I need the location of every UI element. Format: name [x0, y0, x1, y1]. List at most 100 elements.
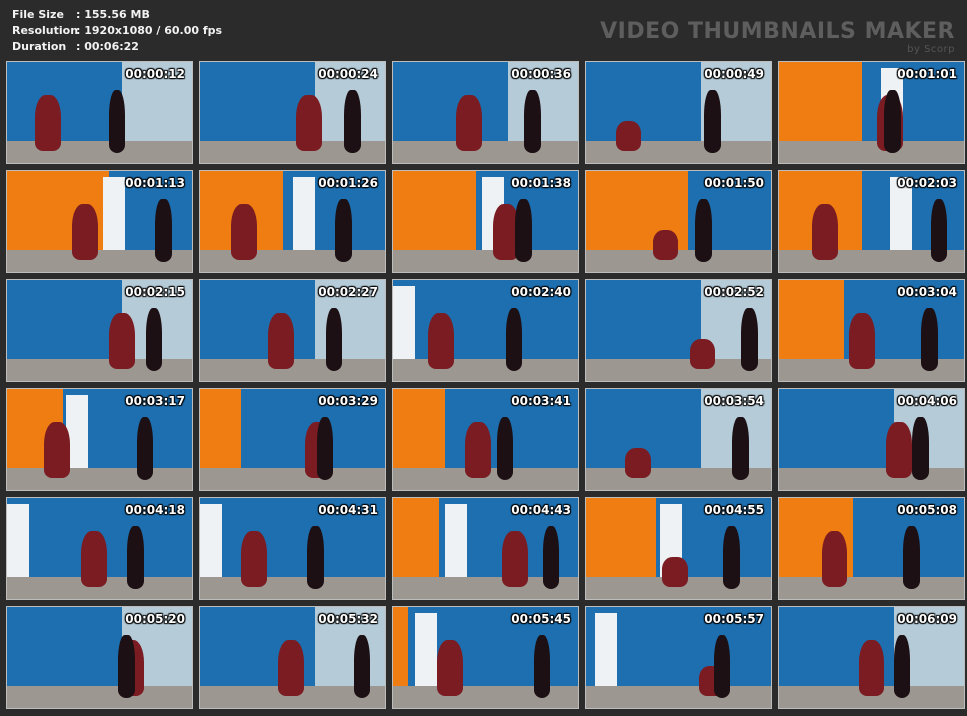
thumbnail[interactable]: 00:04:55 — [585, 497, 772, 600]
file-size-value: : 155.56 MB — [76, 8, 150, 21]
person-figure — [533, 635, 551, 698]
person-figure — [118, 635, 135, 698]
file-size-row: File Size : 155.56 MB — [12, 7, 222, 23]
person-figure — [136, 417, 154, 480]
timestamp-label: 00:01:38 — [511, 176, 571, 190]
timestamp-label: 00:04:06 — [897, 394, 957, 408]
person-figure — [849, 313, 876, 369]
person-figure — [884, 90, 902, 153]
person-figure — [81, 531, 107, 587]
thumbnail[interactable]: 00:05:32 — [199, 606, 386, 709]
thumbnail[interactable]: 00:03:29 — [199, 388, 386, 491]
person-figure — [912, 417, 929, 480]
thumbnail[interactable]: 00:01:38 — [392, 170, 579, 273]
thumbnail[interactable]: 00:05:45 — [392, 606, 579, 709]
resolution-row: Resolution : 1920x1080 / 60.00 fps — [12, 23, 222, 39]
person-figure — [240, 531, 267, 587]
timestamp-label: 00:02:40 — [511, 285, 571, 299]
thumbnail[interactable]: 00:02:27 — [199, 279, 386, 382]
thumbnail[interactable]: 00:01:01 — [778, 61, 965, 164]
thumbnail[interactable]: 00:02:15 — [6, 279, 193, 382]
floor — [7, 685, 192, 708]
file-info: File Size : 155.56 MB Resolution : 1920x… — [12, 7, 222, 55]
timestamp-label: 00:04:43 — [511, 503, 571, 517]
person-figure — [821, 531, 848, 587]
timestamp-label: 00:05:32 — [318, 612, 378, 626]
timestamp-label: 00:01:13 — [125, 176, 185, 190]
wall-orange — [393, 389, 445, 468]
person-figure — [661, 556, 688, 587]
timestamp-label: 00:01:26 — [318, 176, 378, 190]
thumbnail[interactable]: 00:01:13 — [6, 170, 193, 273]
door — [415, 613, 438, 686]
thumbnail[interactable]: 00:03:41 — [392, 388, 579, 491]
person-figure — [713, 635, 731, 698]
thumbnail[interactable]: 00:02:40 — [392, 279, 579, 382]
timestamp-label: 00:03:29 — [318, 394, 378, 408]
person-figure — [524, 90, 541, 153]
timestamp-label: 00:03:41 — [511, 394, 571, 408]
thumbnail[interactable]: 00:00:12 — [6, 61, 193, 164]
thumbnail[interactable]: 00:05:08 — [778, 497, 965, 600]
timestamp-label: 00:04:31 — [318, 503, 378, 517]
person-figure — [145, 308, 163, 371]
thumbnail[interactable]: 00:06:09 — [778, 606, 965, 709]
person-figure — [71, 204, 98, 260]
watermark-title: VIDEO THUMBNAILS MAKER — [600, 19, 955, 44]
thumbnail[interactable]: 00:00:49 — [585, 61, 772, 164]
person-figure — [335, 199, 352, 262]
person-figure — [695, 199, 712, 262]
resolution-value: : 1920x1080 / 60.00 fps — [76, 24, 223, 37]
thumbnail[interactable]: 00:02:03 — [778, 170, 965, 273]
person-figure — [893, 635, 911, 698]
timestamp-label: 00:05:45 — [511, 612, 571, 626]
floor — [200, 576, 385, 599]
person-figure — [689, 338, 716, 369]
person-figure — [505, 308, 523, 371]
thumbnail[interactable]: 00:01:50 — [585, 170, 772, 273]
thumbnail[interactable]: 00:03:54 — [585, 388, 772, 491]
thumbnail[interactable]: 00:05:57 — [585, 606, 772, 709]
person-figure — [455, 95, 482, 151]
thumbnail[interactable]: 00:02:52 — [585, 279, 772, 382]
duration-row: Duration : 00:06:22 — [12, 39, 222, 55]
thumbnail[interactable]: 00:04:31 — [199, 497, 386, 600]
door — [444, 504, 467, 577]
person-figure — [108, 90, 126, 153]
thumbnail[interactable]: 00:00:36 — [392, 61, 579, 164]
floor — [393, 249, 578, 272]
timestamp-label: 00:01:01 — [897, 67, 957, 81]
floor — [393, 685, 578, 708]
person-figure — [344, 90, 361, 153]
floor — [393, 358, 578, 381]
thumbnail[interactable]: 00:05:20 — [6, 606, 193, 709]
wall-orange — [200, 389, 241, 468]
timestamp-label: 00:06:09 — [897, 612, 957, 626]
person-figure — [353, 635, 371, 698]
wall-orange — [393, 607, 408, 686]
timestamp-label: 00:02:15 — [125, 285, 185, 299]
thumbnail[interactable]: 00:03:17 — [6, 388, 193, 491]
duration-value: : 00:06:22 — [76, 40, 139, 53]
person-figure — [722, 526, 740, 589]
person-figure — [704, 90, 722, 153]
person-figure — [502, 531, 529, 587]
person-figure — [307, 526, 324, 589]
thumbnail[interactable]: 00:00:24 — [199, 61, 386, 164]
door — [595, 613, 618, 686]
thumbnail[interactable]: 00:04:43 — [392, 497, 579, 600]
wall-orange — [779, 280, 844, 359]
person-figure — [325, 308, 343, 371]
timestamp-label: 00:00:24 — [318, 67, 378, 81]
thumbnail[interactable]: 00:01:26 — [199, 170, 386, 273]
thumbnail[interactable]: 00:03:04 — [778, 279, 965, 382]
thumbnail[interactable]: 00:04:06 — [778, 388, 965, 491]
thumbnail[interactable]: 00:04:18 — [6, 497, 193, 600]
person-figure — [930, 199, 948, 262]
person-figure — [437, 640, 464, 696]
timestamp-label: 00:03:17 — [125, 394, 185, 408]
timestamp-label: 00:04:18 — [125, 503, 185, 517]
floor — [779, 140, 964, 163]
person-figure — [886, 422, 913, 478]
timestamp-label: 00:05:57 — [704, 612, 764, 626]
